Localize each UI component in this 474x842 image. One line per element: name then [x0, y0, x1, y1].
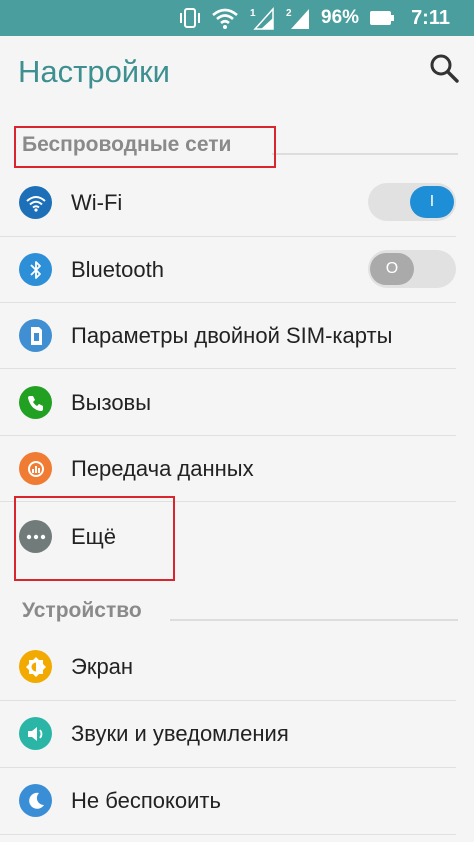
- calls-label: Вызовы: [71, 390, 152, 415]
- sim1-signal-icon: 1: [249, 5, 275, 31]
- svg-text:2: 2: [286, 8, 292, 19]
- list-item-data-usage[interactable]: Передача данных: [0, 436, 474, 502]
- phone-icon: [19, 386, 52, 419]
- battery-percent: 96%: [321, 7, 360, 28]
- bluetooth-label: Bluetooth: [71, 257, 164, 282]
- vibrate-icon: [179, 6, 201, 30]
- battery-icon: [369, 9, 395, 27]
- dual-sim-icon: [19, 319, 52, 352]
- volume-icon: [19, 717, 52, 750]
- section-divider: [272, 153, 458, 155]
- display-label: Экран: [71, 654, 134, 679]
- section-header-device: Устройство: [22, 599, 142, 622]
- moon-icon: [19, 784, 52, 817]
- wifi-label: Wi-Fi: [71, 190, 123, 215]
- divider: [0, 834, 456, 835]
- status-icons: 1 2 96% 7:11: [179, 0, 450, 36]
- search-icon: [430, 54, 459, 83]
- list-item-calls[interactable]: Вызовы: [0, 370, 474, 436]
- wifi-toggle[interactable]: I: [368, 183, 456, 221]
- dual-sim-label: Параметры двойной SIM-карты: [71, 323, 393, 348]
- list-item-wifi[interactable]: Wi-Fi I: [0, 170, 474, 236]
- highlight-box-more: [14, 496, 175, 581]
- list-item-dual-sim[interactable]: Параметры двойной SIM-карты: [0, 303, 474, 369]
- svg-text:1: 1: [250, 8, 256, 19]
- sim2-signal-icon: 2: [285, 5, 311, 31]
- highlight-box-wireless: [14, 126, 276, 168]
- toggle-knob: I: [410, 186, 454, 218]
- list-item-display[interactable]: Экран: [0, 634, 474, 700]
- data-usage-label: Передача данных: [71, 456, 254, 481]
- clock: 7:11: [411, 6, 450, 29]
- list-item-sounds[interactable]: Звуки и уведомления: [0, 701, 474, 767]
- divider: [0, 368, 456, 369]
- list-item-do-not-disturb[interactable]: Не беспокоить: [0, 768, 474, 834]
- section-divider: [170, 619, 458, 621]
- page-title: Настройки: [18, 54, 171, 89]
- status-bar: 1 2 96% 7:11: [0, 0, 474, 36]
- app-header: Настройки: [0, 36, 474, 110]
- do-not-disturb-label: Не беспокоить: [71, 788, 221, 813]
- sounds-label: Звуки и уведомления: [71, 721, 289, 746]
- brightness-icon: [19, 650, 52, 683]
- list-item-bluetooth[interactable]: Bluetooth O: [0, 237, 474, 303]
- wifi-icon: [19, 186, 52, 219]
- bluetooth-icon: [19, 253, 52, 286]
- bluetooth-toggle[interactable]: O: [368, 250, 456, 288]
- search-button[interactable]: [428, 52, 460, 84]
- data-usage-icon: [19, 452, 52, 485]
- toggle-knob: O: [370, 253, 414, 285]
- wifi-icon: [211, 6, 239, 30]
